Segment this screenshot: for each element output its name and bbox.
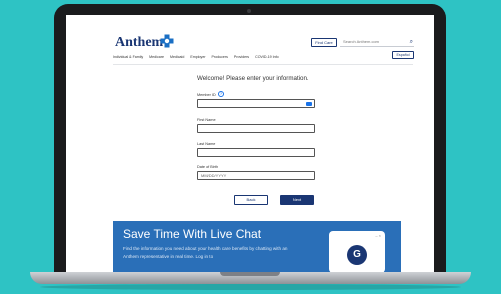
main-nav: Individual & Family Medicare Medicaid Em…	[113, 55, 279, 59]
id-card-icon	[306, 101, 312, 106]
laptop-lid: Anthem Find Care Search Anthem.com ⌕ Ind…	[54, 4, 446, 276]
member-id-field[interactable]	[197, 99, 315, 108]
nav-item-medicare[interactable]: Medicare	[149, 55, 164, 59]
dob-label: Date of Birth	[197, 165, 219, 169]
live-chat-banner: Save Time With Live Chat Find the inform…	[113, 221, 401, 273]
help-icon[interactable]: ?	[218, 91, 224, 97]
espanol-button[interactable]: Español	[392, 51, 414, 59]
next-button[interactable]: Next	[280, 195, 314, 205]
header-divider	[113, 64, 413, 65]
webcam	[247, 9, 251, 13]
search-input[interactable]: Search Anthem.com ⌕	[340, 38, 414, 47]
laptop-shadow	[40, 284, 461, 290]
dob-placeholder: MM/DD/YYYY	[201, 173, 227, 178]
close-icon[interactable]: – ×	[375, 233, 381, 238]
banner-title: Save Time With Live Chat	[123, 227, 262, 241]
nav-item-covid-info[interactable]: COVID-19 Info	[255, 55, 279, 59]
find-care-button[interactable]: Find Care	[311, 38, 337, 47]
nav-item-individual-family[interactable]: Individual & Family	[113, 55, 143, 59]
laptop-notch	[220, 272, 280, 276]
dob-field[interactable]: MM/DD/YYYY	[197, 171, 315, 180]
chat-avatar: G	[347, 245, 367, 265]
first-name-label: First Name	[197, 118, 216, 122]
browser-screen: Anthem Find Care Search Anthem.com ⌕ Ind…	[66, 15, 434, 273]
search-placeholder: Search Anthem.com	[343, 39, 380, 44]
nav-item-providers[interactable]: Providers	[234, 55, 249, 59]
search-icon[interactable]: ⌕	[410, 38, 413, 46]
blue-cross-logo-icon	[160, 34, 174, 48]
member-id-label: Member ID	[197, 93, 216, 97]
laptop-base	[30, 272, 471, 284]
nav-item-medicaid[interactable]: Medicaid	[170, 55, 184, 59]
banner-text: Find the information you need about your…	[123, 246, 288, 259]
nav-item-employer[interactable]: Employer	[190, 55, 205, 59]
anthem-logo[interactable]: Anthem	[115, 35, 163, 51]
last-name-field[interactable]	[197, 148, 315, 157]
first-name-field[interactable]	[197, 124, 315, 133]
nav-item-producers[interactable]: Producers	[212, 55, 228, 59]
last-name-label: Last Name	[197, 142, 216, 146]
chat-widget[interactable]: – × G	[329, 231, 385, 273]
back-button[interactable]: Back	[234, 195, 268, 205]
welcome-heading: Welcome! Please enter your information.	[197, 75, 309, 82]
